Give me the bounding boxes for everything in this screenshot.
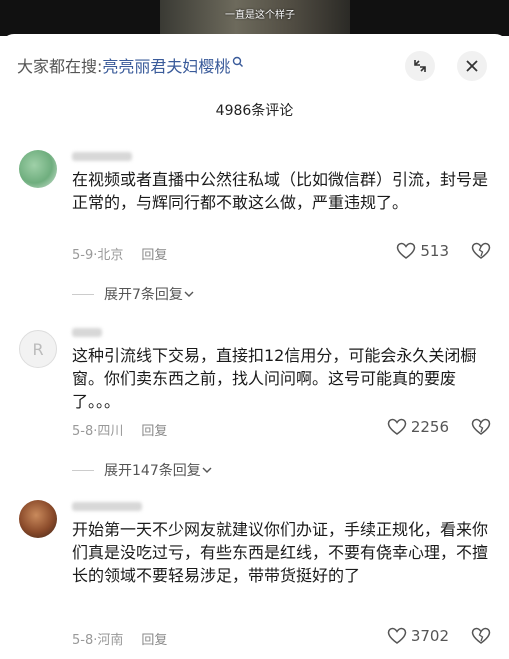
collapse-button[interactable] — [405, 51, 435, 81]
like-count: 2256 — [410, 418, 449, 436]
avatar[interactable] — [19, 500, 57, 538]
like-button[interactable]: 513 — [396, 242, 449, 260]
like-button[interactable]: 3702 — [387, 627, 449, 645]
broken-heart-icon — [471, 242, 491, 259]
default-avatar-icon: R — [32, 340, 43, 359]
broken-heart-icon — [471, 627, 491, 644]
like-button[interactable]: 2256 — [387, 418, 449, 436]
comment-date: 5-9 — [72, 248, 94, 263]
avatar[interactable] — [19, 150, 57, 188]
chevron-down-icon — [202, 467, 212, 473]
collapse-icon — [414, 60, 426, 72]
expand-replies[interactable]: 展开147条回复 — [72, 460, 213, 480]
dislike-button[interactable] — [471, 627, 491, 649]
comment-count: 4986条评论 — [215, 103, 294, 119]
search-prefix: 大家都在搜: — [17, 57, 103, 76]
divider-line — [72, 469, 94, 471]
search-icon — [232, 53, 244, 72]
comment-text: 在视频或者直播中公然往私域（比如微信群）引流，封号是正常的，与辉同行都不敢这么做… — [72, 170, 489, 212]
comment-meta: 5-8·四川 回复 — [72, 424, 168, 439]
chevron-down-icon — [184, 291, 194, 297]
expand-replies[interactable]: 展开7条回复 — [72, 284, 195, 304]
video-preview[interactable]: 一直是这个样子 — [0, 0, 509, 36]
close-button[interactable] — [457, 51, 487, 81]
dislike-button[interactable] — [471, 418, 491, 440]
comment-meta: 5-8·河南 回复 — [72, 633, 168, 648]
divider-line — [72, 293, 94, 295]
search-suggestion[interactable]: 大家都在搜:亮亮丽君夫妇樱桃 — [17, 53, 244, 77]
expand-replies-label: 展开147条回复 — [104, 463, 201, 479]
broken-heart-icon — [471, 418, 491, 435]
comment-date: 5-8 — [72, 424, 94, 439]
username[interactable] — [72, 152, 132, 161]
comment-location: 四川 — [97, 424, 124, 439]
username[interactable] — [72, 502, 142, 511]
username[interactable] — [72, 328, 102, 337]
reply-button[interactable]: 回复 — [141, 248, 167, 263]
heart-icon — [397, 242, 416, 259]
avatar[interactable]: R — [19, 330, 57, 368]
dislike-button[interactable] — [471, 242, 491, 264]
like-count: 3702 — [410, 627, 449, 645]
expand-replies-label: 展开7条回复 — [104, 287, 183, 303]
comment-location: 河南 — [97, 633, 124, 648]
close-icon — [466, 60, 478, 72]
like-count: 513 — [420, 242, 449, 260]
comment-meta: 5-9·北京 回复 — [72, 248, 168, 263]
comment-text: 这种引流线下交易，直接扣12信用分，可能会永久关闭橱窗。你们卖东西之前，找人问问… — [72, 346, 477, 411]
comments-sheet: 大家都在搜:亮亮丽君夫妇樱桃 4986条评论 在视频或者直播中公然往私域（比如微… — [0, 34, 509, 659]
heart-icon — [387, 627, 407, 644]
search-keyword[interactable]: 亮亮丽君夫妇樱桃 — [102, 57, 230, 76]
reply-button[interactable]: 回复 — [141, 424, 167, 439]
reply-button[interactable]: 回复 — [141, 633, 167, 648]
comment-text: 开始第一天不少网友就建议你们办证，手续正规化，看来你们真是没吃过亏，有些东西是红… — [72, 520, 489, 585]
comment-location: 北京 — [97, 248, 124, 263]
comment-date: 5-8 — [72, 633, 94, 648]
video-caption: 一直是这个样子 — [225, 10, 295, 21]
svg-text:R: R — [32, 340, 43, 359]
heart-icon — [387, 418, 407, 435]
